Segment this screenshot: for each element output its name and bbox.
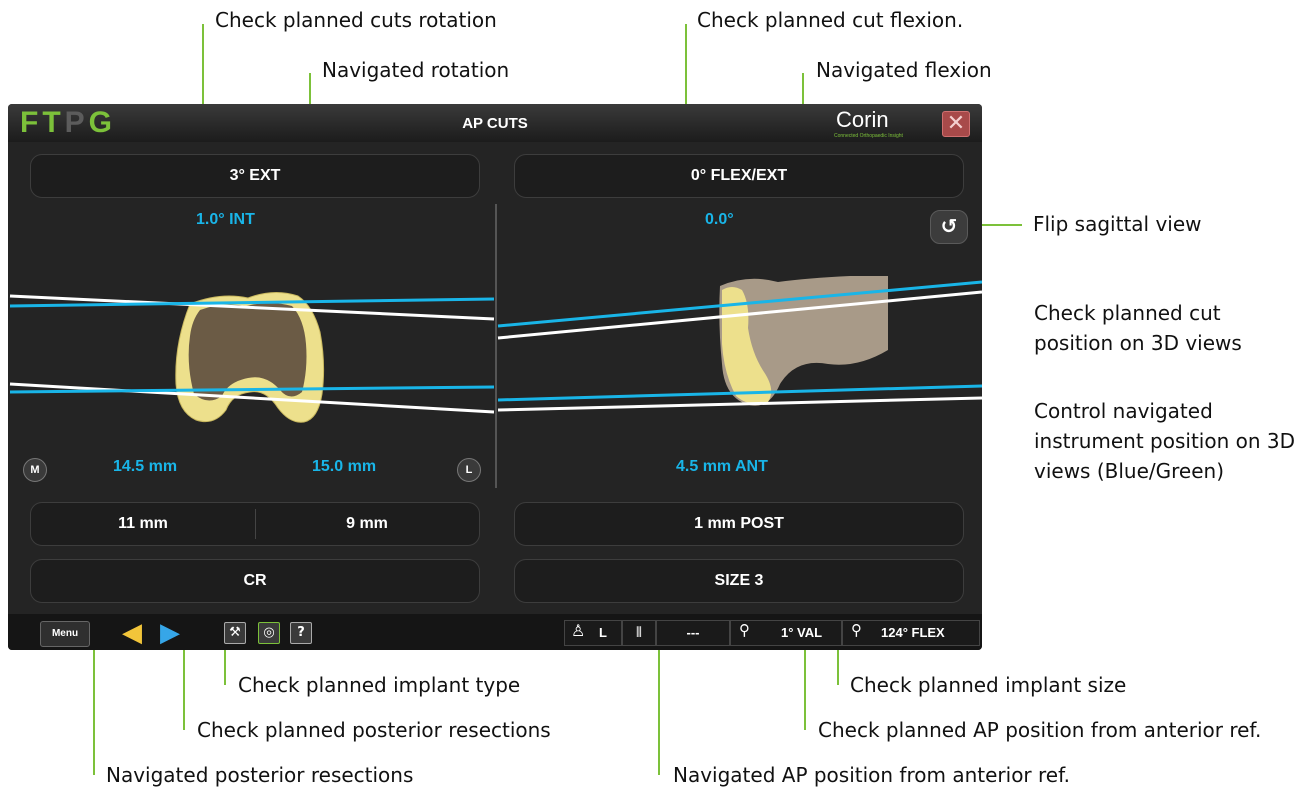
tools-icon[interactable]: ⚒ (224, 622, 246, 644)
coronal-3d-view (9, 292, 495, 423)
flexion-value: 124° FLEX (881, 625, 945, 640)
leg-alignment-icon: ⚲ (739, 621, 750, 639)
annotation-implant-size: Check planned implant size (850, 673, 1127, 697)
title-bar: FTPG AP CUTS Corin Connected Orthopaedic… (8, 104, 982, 142)
3d-views (9, 276, 982, 423)
planned-ap-position-panel[interactable]: 1 mm POST (514, 502, 964, 546)
planned-lateral-resection: 9 mm (346, 515, 388, 532)
help-button[interactable]: ? (290, 622, 312, 644)
patient-side-status: ♙ L (564, 620, 622, 646)
annotation-navigated-flexion: Navigated flexion (816, 58, 992, 82)
annotation-flip-sagittal: Flip sagittal view (1033, 212, 1202, 236)
ap-cuts-screen: FTPG AP CUTS Corin Connected Orthopaedic… (8, 104, 982, 650)
brand-logo: Corin (836, 107, 889, 132)
navigated-lateral-resection: 15.0 mm (312, 458, 377, 475)
annotation-navigated-rotation: Navigated rotation (322, 58, 510, 82)
previous-step-button[interactable]: ◀ (122, 620, 142, 646)
tracker-status: ⦀ (622, 620, 656, 646)
annotation-planned-rotation: Check planned cuts rotation (215, 8, 497, 32)
flexion-status: ⚲ 124° FLEX (842, 620, 980, 646)
brand-tagline: Connected Orthopaedic Insight (834, 133, 903, 139)
planned-posterior-resections-panel[interactable]: 11 mm 9 mm (30, 502, 480, 546)
planned-medial-resection: 11 mm (118, 515, 168, 532)
lateral-marker: L (457, 458, 481, 482)
annotation-cut-position: Check planned cut position on 3D views (1034, 301, 1242, 355)
annotation-planned-flexion: Check planned cut flexion. (697, 8, 964, 32)
varus-valgus-status: ⚲ 1° VAL (730, 620, 842, 646)
navigated-flexion-value: 0.0° (705, 211, 734, 228)
annotation-navigated-ap: Navigated AP position from anterior ref. (673, 763, 1071, 787)
next-step-button[interactable]: ▶ (160, 620, 180, 646)
annotation-navigated-posterior: Navigated posterior resections (106, 763, 414, 787)
close-button[interactable]: ✕ (942, 111, 970, 137)
camera-icon[interactable]: ◎ (258, 622, 280, 644)
annotation-planned-posterior: Check planned posterior resections (197, 718, 551, 742)
implant-type-panel[interactable]: CR (30, 559, 480, 603)
sagittal-3d-view (497, 276, 982, 412)
navigated-ap-position: 4.5 mm ANT (676, 458, 768, 475)
annotation-navigated-instrument: Control navigated instrument position on… (1034, 399, 1296, 483)
planned-flexion-panel[interactable]: 0° FLEX/EXT (514, 154, 964, 198)
navigated-medial-resection: 14.5 mm (113, 458, 178, 475)
menu-button[interactable]: Menu (40, 621, 90, 647)
navigated-rotation-value: 1.0° INT (196, 211, 255, 228)
flip-sagittal-view-button[interactable]: ↺ (930, 210, 968, 244)
patient-icon: ♙ (571, 621, 586, 640)
annotation-planned-ap: Check planned AP position from anterior … (818, 718, 1262, 742)
side-label: L (599, 625, 607, 640)
medial-marker: M (23, 458, 47, 482)
tracker-icon: ⦀ (635, 625, 643, 641)
flip-icon: ↺ (940, 214, 958, 238)
implant-size-panel[interactable]: SIZE 3 (514, 559, 964, 603)
varus-valgus-value: 1° VAL (781, 625, 823, 640)
planned-rotation-panel[interactable]: 3° EXT (30, 154, 480, 198)
bottom-toolbar: Menu ◀ ▶ ⚒ ◎ ? ♙ L ⦀ --- ⚲ 1° VAL ⚲ 124°… (8, 614, 982, 650)
annotation-implant-type: Check planned implant type (238, 673, 521, 697)
knee-flexion-icon: ⚲ (851, 621, 862, 639)
dash-status: --- (656, 620, 730, 646)
